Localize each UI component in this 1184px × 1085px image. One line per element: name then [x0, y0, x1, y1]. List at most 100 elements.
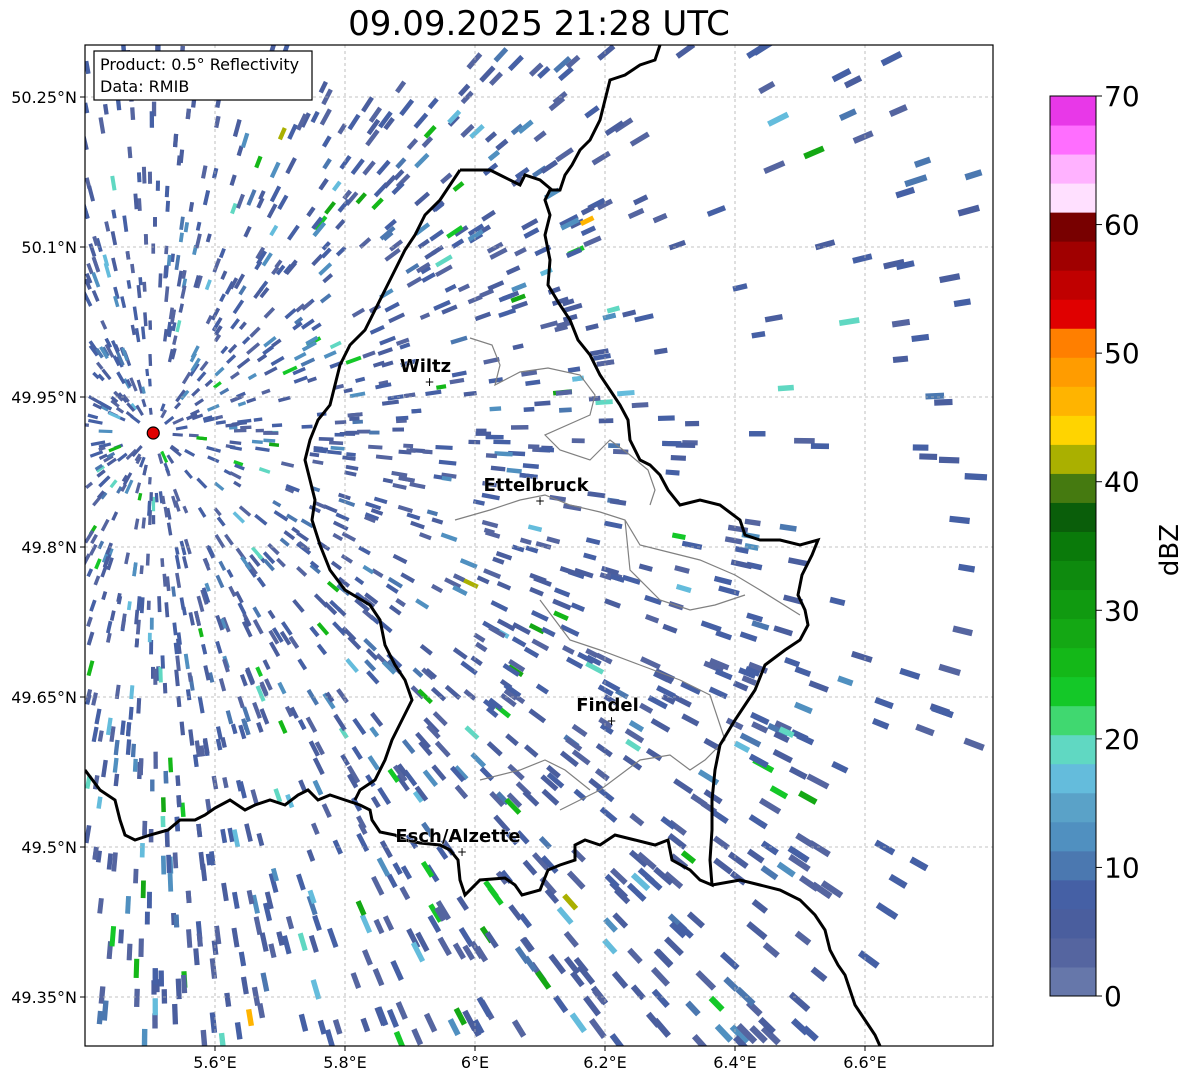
echo-gate: [149, 617, 154, 630]
echo-gate: [523, 646, 540, 659]
echo-gate: [91, 256, 101, 273]
echo-gate: [166, 522, 173, 536]
echo-gate: [183, 222, 190, 233]
echo-gate: [221, 882, 229, 902]
colorbar-step: [1050, 270, 1096, 300]
echo-gate: [277, 194, 289, 211]
echo-gate: [178, 149, 185, 164]
echo-gate: [263, 431, 279, 435]
echo-gate: [401, 739, 416, 755]
echo-gate: [94, 558, 102, 570]
echo-gate: [176, 696, 182, 708]
echo-gate: [596, 359, 615, 367]
echo-gate: [829, 596, 846, 607]
echo-gate: [522, 859, 538, 876]
echo-gate: [400, 572, 415, 584]
echo-gate: [655, 948, 674, 968]
echo-gate: [175, 572, 182, 589]
echo-gate: [185, 108, 192, 120]
echo-gate: [553, 995, 569, 1014]
echo-gate: [484, 931, 499, 949]
echo-gate: [963, 737, 985, 751]
echo-gate: [700, 620, 722, 633]
echo-gate: [254, 513, 268, 526]
echo-gate: [111, 257, 118, 272]
echo-gate: [86, 660, 95, 677]
echo-gate: [874, 839, 896, 856]
echo-gate: [252, 606, 262, 618]
echo-gate: [639, 702, 654, 714]
echo-gate: [88, 418, 103, 425]
echo-gate: [218, 1032, 226, 1046]
city-marker: +: [457, 845, 467, 859]
echo-gate: [749, 431, 766, 437]
echo-gate: [369, 726, 380, 738]
echo-gate: [85, 102, 90, 114]
echo-gate: [134, 328, 141, 343]
echo-gate: [193, 610, 202, 627]
echo-gate: [405, 262, 420, 275]
echo-gate: [528, 623, 545, 635]
echo-gate: [570, 602, 586, 612]
echo-gate: [120, 720, 126, 736]
colorbar-tick-label: 30: [1104, 594, 1140, 627]
echo-gate: [198, 627, 204, 638]
echo-gate: [685, 420, 700, 427]
echo-gate: [152, 1013, 158, 1029]
echo-gate: [278, 719, 288, 735]
echo-gate: [172, 852, 179, 869]
echo-gate: [183, 653, 190, 670]
echo-gate: [157, 596, 162, 613]
echo-gate: [172, 622, 178, 636]
echo-gate: [422, 449, 433, 455]
echo-gate: [508, 904, 523, 921]
echo-gate: [186, 929, 193, 948]
echo-gate: [382, 477, 394, 484]
echo-gate: [231, 891, 240, 909]
echo-gate: [580, 225, 597, 237]
echo-gate: [650, 966, 670, 987]
echo-gate: [392, 553, 408, 565]
colorbar: 0 10 20 30 40 50 60 70: [1049, 80, 1140, 1013]
echo-gate: [397, 504, 413, 514]
echo-gate: [595, 743, 613, 758]
echo-gate: [251, 986, 261, 1007]
echo-gate: [719, 951, 740, 971]
echo-gate: [657, 415, 675, 421]
echo-gate: [345, 355, 362, 365]
echo-gate: [470, 752, 486, 768]
echo-gate: [175, 775, 181, 787]
echo-gate: [892, 355, 909, 364]
echo-gate: [487, 149, 501, 162]
echo-gate: [175, 319, 182, 333]
echo-gate: [200, 1029, 208, 1046]
echo-gate: [160, 558, 165, 568]
echo-gate: [138, 938, 144, 957]
echo-gate: [634, 313, 654, 323]
echo-gate: [148, 320, 153, 330]
echo-gate: [269, 161, 281, 179]
echo-gate: [751, 330, 766, 339]
echo-gate: [153, 668, 158, 685]
colorbar-step: [1050, 908, 1096, 939]
echo-gate: [270, 355, 285, 367]
colorbar-tick-label: 20: [1104, 723, 1140, 756]
echo-gate: [447, 1018, 461, 1037]
echo-gate: [255, 666, 263, 678]
echo-gate: [252, 619, 264, 635]
echo-gate: [392, 482, 407, 490]
echo-gate: [387, 394, 404, 401]
echo-gate: [367, 755, 380, 771]
echo-gate: [437, 936, 452, 956]
echo-gate: [137, 492, 143, 501]
echo-gate: [105, 620, 113, 634]
echo-gate: [256, 197, 265, 209]
echo-gate: [140, 326, 146, 340]
echo-gate: [263, 438, 276, 443]
echo-gate: [371, 568, 384, 579]
echo-gate: [558, 407, 572, 413]
echo-gate: [852, 253, 873, 264]
echo-gate: [256, 576, 266, 588]
echo-gate: [355, 376, 366, 383]
echo-gate: [86, 262, 94, 275]
